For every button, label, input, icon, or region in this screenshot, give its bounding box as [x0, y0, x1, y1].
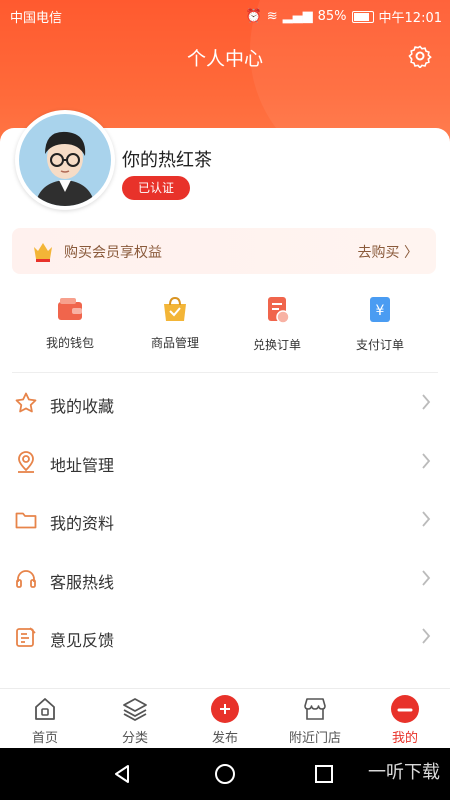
chevron-right-icon: [422, 569, 431, 586]
shortcut-payment-order[interactable]: ¥ 支付订单: [335, 296, 425, 353]
profile-icon: [391, 695, 419, 723]
menu-item-profile-info[interactable]: 我的资料: [0, 491, 450, 550]
watermark-text: 一听下载: [368, 762, 440, 783]
vip-crown-icon: [34, 243, 52, 262]
menu-item-label: 地址管理: [50, 455, 115, 475]
location-icon: [18, 450, 34, 473]
carrier-label: 中国电信: [10, 11, 63, 26]
folder-icon: [15, 512, 37, 529]
menu-item-favorites[interactable]: 我的收藏: [0, 374, 450, 433]
layers-icon: [123, 698, 147, 722]
star-icon: [15, 392, 37, 413]
shortcut-exchange-order[interactable]: 兑换订单: [232, 296, 322, 353]
chevron-right-icon: [422, 628, 431, 644]
avatar-illustration: [19, 114, 111, 206]
shortcut-label: 我的钱包: [45, 336, 94, 350]
shortcut-wallet[interactable]: 我的钱包: [25, 296, 115, 351]
bottom-tab-bar: 首页 分类 发布 附近门店 我的: [0, 688, 450, 749]
headset-icon: [16, 569, 36, 588]
menu-list: 我的收藏 地址管理 我的资料 客服热线 意见反馈: [0, 374, 450, 667]
battery-percent: 85%: [317, 9, 347, 24]
shortcut-label: 兑换订单: [252, 338, 301, 352]
vip-text: 购买会员享权益: [64, 245, 162, 261]
shortcut-label: 支付订单: [355, 338, 404, 352]
chevron-right-icon: [422, 394, 431, 410]
shortcut-label: 商品管理: [150, 336, 199, 350]
chevron-right-icon: [422, 452, 431, 469]
shortcut-goods[interactable]: 商品管理: [130, 296, 220, 351]
menu-item-address[interactable]: 地址管理: [0, 433, 450, 492]
status-icons: ⏰ ≋ ▂▄▆ 85% 中午12:01: [246, 7, 442, 26]
payment-order-icon: ¥: [370, 297, 390, 322]
tab-category[interactable]: 分类: [90, 689, 180, 749]
feedback-icon: [16, 627, 36, 647]
home-icon: [35, 698, 55, 720]
menu-item-label: 客服热线: [50, 572, 115, 592]
wifi-icon: ≋: [266, 9, 278, 24]
tab-label: 首页: [31, 731, 58, 746]
menu-item-feedback[interactable]: 意见反馈: [0, 608, 450, 667]
bag-icon: [164, 296, 186, 321]
tab-label: 分类: [121, 731, 148, 746]
gear-icon[interactable]: [408, 44, 432, 68]
alarm-icon: ⏰: [245, 9, 262, 24]
tab-label: 我的: [391, 731, 418, 746]
home-nav-icon[interactable]: [213, 762, 237, 786]
tab-label: 发布: [211, 731, 238, 746]
status-bar: 中国电信 ⏰ ≋ ▂▄▆ 85% 中午12:01: [0, 0, 450, 30]
store-icon: [304, 698, 326, 720]
plus-icon: [211, 695, 239, 723]
vip-buy-link[interactable]: 去购买 〉: [358, 242, 418, 262]
section-divider: [12, 372, 438, 373]
menu-item-label: 意见反馈: [50, 631, 115, 650]
shortcut-grid: 我的钱包 商品管理 兑换订单 ¥ 支付订单: [0, 296, 450, 358]
avatar[interactable]: [15, 110, 115, 210]
tab-home[interactable]: 首页: [0, 689, 90, 749]
system-nav-bar: 一听下载: [0, 748, 450, 800]
username: 你的热红茶: [122, 150, 212, 171]
page-title: 个人中心: [186, 48, 263, 70]
battery-icon: [351, 10, 374, 23]
exchange-order-icon: [268, 297, 290, 324]
menu-item-hotline[interactable]: 客服热线: [0, 550, 450, 609]
vip-banner[interactable]: 购买会员享权益 去购买 〉: [12, 228, 436, 274]
verified-badge: 已认证: [122, 176, 190, 200]
back-icon[interactable]: [110, 762, 134, 786]
svg-text:¥: ¥: [376, 303, 385, 319]
recents-icon[interactable]: [312, 762, 336, 786]
menu-item-label: 我的资料: [50, 514, 115, 533]
tab-label: 附近门店: [288, 731, 341, 746]
chevron-right-icon: [422, 511, 431, 527]
tab-nearby-store[interactable]: 附近门店: [270, 689, 360, 749]
wallet-icon: [58, 298, 82, 320]
tab-publish[interactable]: 发布: [180, 689, 270, 749]
signal-icon: ▂▄▆: [282, 9, 313, 24]
clock: 中午12:01: [378, 11, 442, 26]
tab-mine[interactable]: 我的: [360, 689, 450, 749]
menu-item-label: 我的收藏: [50, 397, 115, 416]
